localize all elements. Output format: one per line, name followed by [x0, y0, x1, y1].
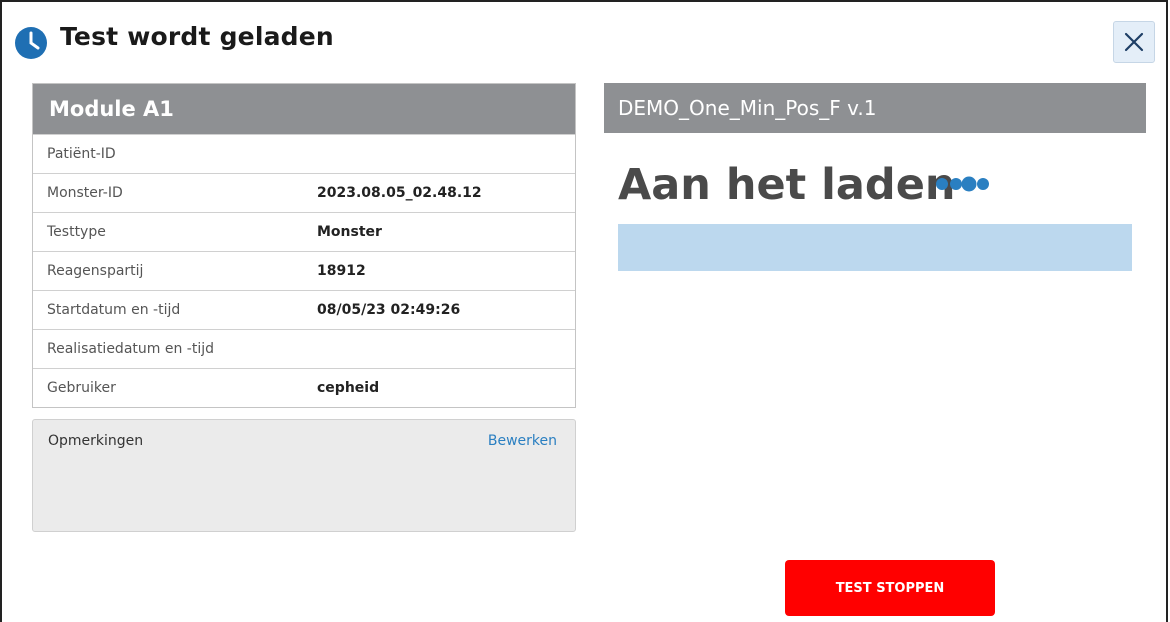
info-label: Reagenspartij — [47, 263, 144, 279]
edit-notes-link[interactable]: Bewerken — [488, 433, 557, 449]
info-label: Gebruiker — [47, 380, 116, 396]
info-row-completion-time: Realisatiedatum en -tijd — [33, 329, 575, 368]
info-value: 18912 — [317, 263, 366, 279]
info-row-start-time: Startdatum en -tijd 08/05/23 02:49:26 — [33, 290, 575, 329]
close-button[interactable] — [1113, 21, 1155, 63]
info-label: Testtype — [47, 224, 106, 240]
module-info-panel: Module A1 Patiënt-ID Monster-ID 2023.08.… — [32, 83, 576, 408]
info-value: 08/05/23 02:49:26 — [317, 302, 461, 318]
notes-panel: Opmerkingen Bewerken — [32, 419, 576, 532]
dialog-title: Test wordt geladen — [60, 22, 334, 51]
info-value: 2023.08.05_02.48.12 — [317, 185, 482, 201]
info-label: Monster-ID — [47, 185, 123, 201]
info-row-user: Gebruiker cepheid — [33, 368, 575, 407]
info-label: Realisatiedatum en -tijd — [47, 341, 214, 357]
info-label: Startdatum en -tijd — [47, 302, 181, 318]
info-row-test-type: Testtype Monster — [33, 212, 575, 251]
clock-icon — [15, 27, 47, 59]
info-row-reagent-lot: Reagenspartij 18912 — [33, 251, 575, 290]
loading-dots-icon — [936, 176, 989, 192]
info-row-patient-id: Patiënt-ID — [33, 134, 575, 173]
assay-name-header: DEMO_One_Min_Pos_F v.1 — [604, 83, 1146, 133]
notes-label: Opmerkingen — [48, 433, 144, 449]
info-row-sample-id: Monster-ID 2023.08.05_02.48.12 — [33, 173, 575, 212]
close-icon — [1124, 32, 1144, 52]
info-value: cepheid — [317, 380, 380, 396]
stop-test-button[interactable]: TEST STOPPEN — [785, 560, 995, 616]
info-value: Monster — [317, 224, 382, 240]
module-title: Module A1 — [33, 84, 575, 134]
loading-progress-bar — [618, 224, 1132, 271]
info-label: Patiënt-ID — [47, 146, 116, 162]
loading-status: Aan het laden — [618, 160, 956, 210]
